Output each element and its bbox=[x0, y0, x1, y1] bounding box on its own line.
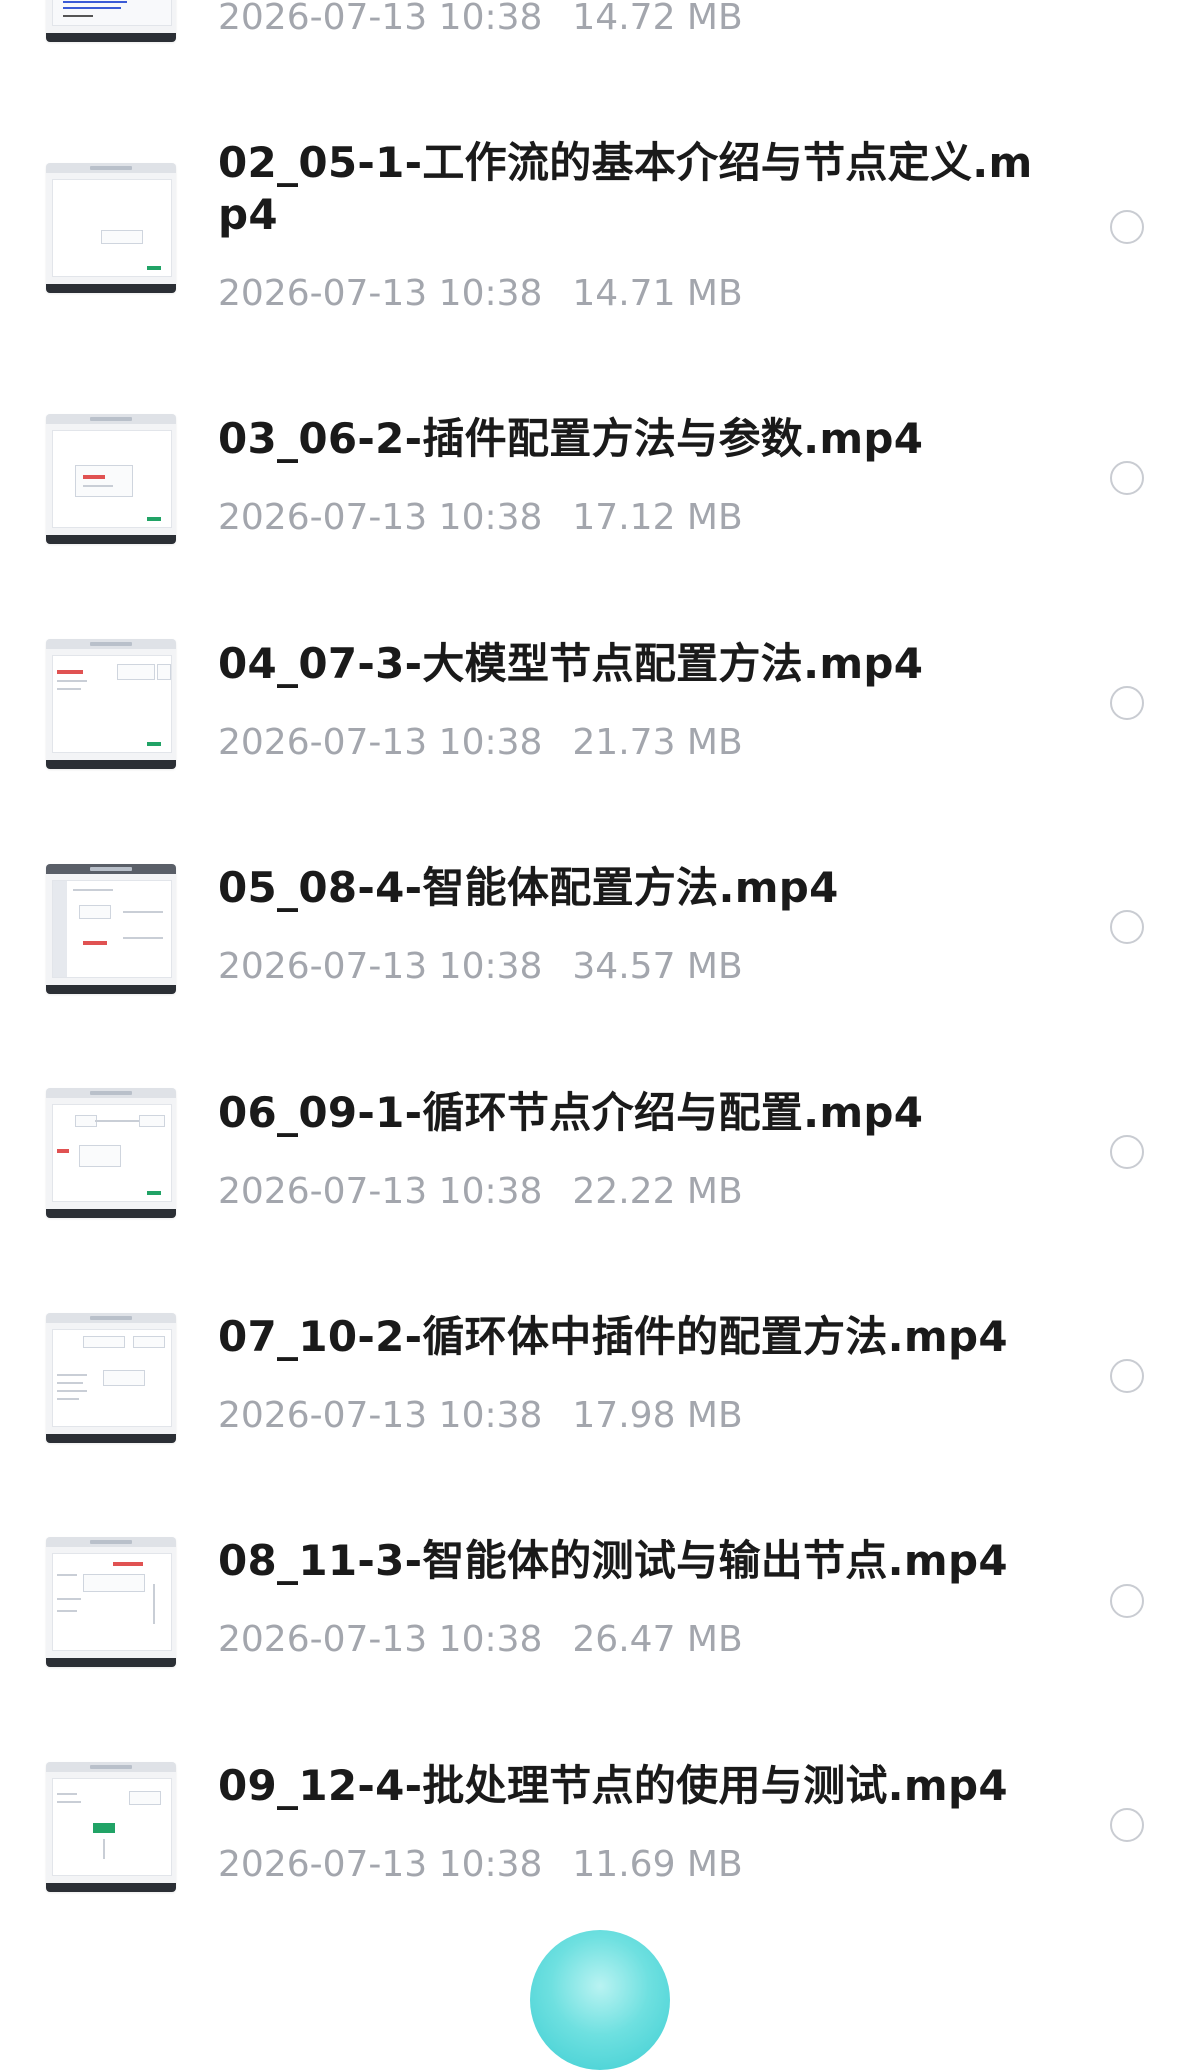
file-list: 2026-07-13 10:38 14.72 MB 02_05-1-工作流的基本介… bbox=[0, 0, 1200, 1954]
file-date: 2026-07-13 10:38 bbox=[218, 497, 543, 538]
file-meta: 2026-07-13 10:38 21.73 MB bbox=[218, 721, 743, 765]
file-meta: 2026-07-13 10:38 14.71 MB bbox=[218, 272, 743, 316]
file-name[interactable]: 02_05-1-工作流的基本介绍与节点定义.mp4 bbox=[218, 137, 1038, 241]
file-size: 34.57 MB bbox=[572, 946, 743, 987]
file-date: 2026-07-13 10:38 bbox=[218, 273, 543, 314]
file-date: 2026-07-13 10:38 bbox=[218, 0, 543, 38]
file-date: 2026-07-13 10:38 bbox=[218, 1395, 543, 1436]
select-radio[interactable] bbox=[1110, 1584, 1144, 1618]
file-name[interactable]: 05_08-4-智能体配置方法.mp4 bbox=[218, 862, 1038, 914]
file-size: 26.47 MB bbox=[572, 1619, 743, 1660]
file-meta: 2026-07-13 10:38 26.47 MB bbox=[218, 1618, 743, 1662]
select-radio[interactable] bbox=[1110, 686, 1144, 720]
select-radio[interactable] bbox=[1110, 910, 1144, 944]
select-radio[interactable] bbox=[1110, 1359, 1144, 1393]
file-name[interactable]: 08_11-3-智能体的测试与输出节点.mp4 bbox=[218, 1535, 1038, 1587]
video-thumbnail[interactable] bbox=[46, 1537, 176, 1667]
file-size: 14.72 MB bbox=[572, 0, 743, 38]
file-size: 17.98 MB bbox=[572, 1395, 743, 1436]
file-meta: 2026-07-13 10:38 34.57 MB bbox=[218, 945, 743, 989]
file-date: 2026-07-13 10:38 bbox=[218, 1619, 543, 1660]
file-name[interactable]: 03_06-2-插件配置方法与参数.mp4 bbox=[218, 413, 1038, 465]
file-name[interactable]: 07_10-2-循环体中插件的配置方法.mp4 bbox=[218, 1311, 1038, 1363]
file-name[interactable]: 04_07-3-大模型节点配置方法.mp4 bbox=[218, 638, 1038, 690]
video-thumbnail[interactable] bbox=[46, 639, 176, 769]
select-radio[interactable] bbox=[1110, 1808, 1144, 1842]
video-thumbnail[interactable] bbox=[46, 0, 176, 42]
file-size: 11.69 MB bbox=[572, 1844, 743, 1885]
file-date: 2026-07-13 10:38 bbox=[218, 1844, 543, 1885]
select-radio[interactable] bbox=[1110, 461, 1144, 495]
video-thumbnail[interactable] bbox=[46, 1313, 176, 1443]
video-thumbnail[interactable] bbox=[46, 1762, 176, 1892]
video-thumbnail[interactable] bbox=[46, 1088, 176, 1218]
file-name[interactable]: 06_09-1-循环节点介绍与配置.mp4 bbox=[218, 1087, 1038, 1139]
file-name[interactable]: 09_12-4-批处理节点的使用与测试.mp4 bbox=[218, 1760, 1038, 1812]
file-date: 2026-07-13 10:38 bbox=[218, 946, 543, 987]
file-size: 17.12 MB bbox=[572, 497, 743, 538]
file-date: 2026-07-13 10:38 bbox=[218, 1171, 543, 1212]
video-thumbnail[interactable] bbox=[46, 163, 176, 293]
file-size: 14.71 MB bbox=[572, 273, 743, 314]
file-meta: 2026-07-13 10:38 11.69 MB bbox=[218, 1843, 743, 1887]
file-meta: 2026-07-13 10:38 17.12 MB bbox=[218, 496, 743, 540]
select-radio[interactable] bbox=[1110, 210, 1144, 244]
upload-fab-icon[interactable] bbox=[530, 1930, 670, 2070]
video-thumbnail[interactable] bbox=[46, 864, 176, 994]
file-size: 21.73 MB bbox=[572, 722, 743, 763]
select-radio[interactable] bbox=[1110, 1135, 1144, 1169]
file-date: 2026-07-13 10:38 bbox=[218, 722, 543, 763]
file-meta: 2026-07-13 10:38 22.22 MB bbox=[218, 1170, 743, 1214]
video-thumbnail[interactable] bbox=[46, 414, 176, 544]
file-meta: 2026-07-13 10:38 17.98 MB bbox=[218, 1394, 743, 1438]
file-meta: 2026-07-13 10:38 14.72 MB bbox=[218, 0, 743, 40]
file-size: 22.22 MB bbox=[572, 1171, 743, 1212]
